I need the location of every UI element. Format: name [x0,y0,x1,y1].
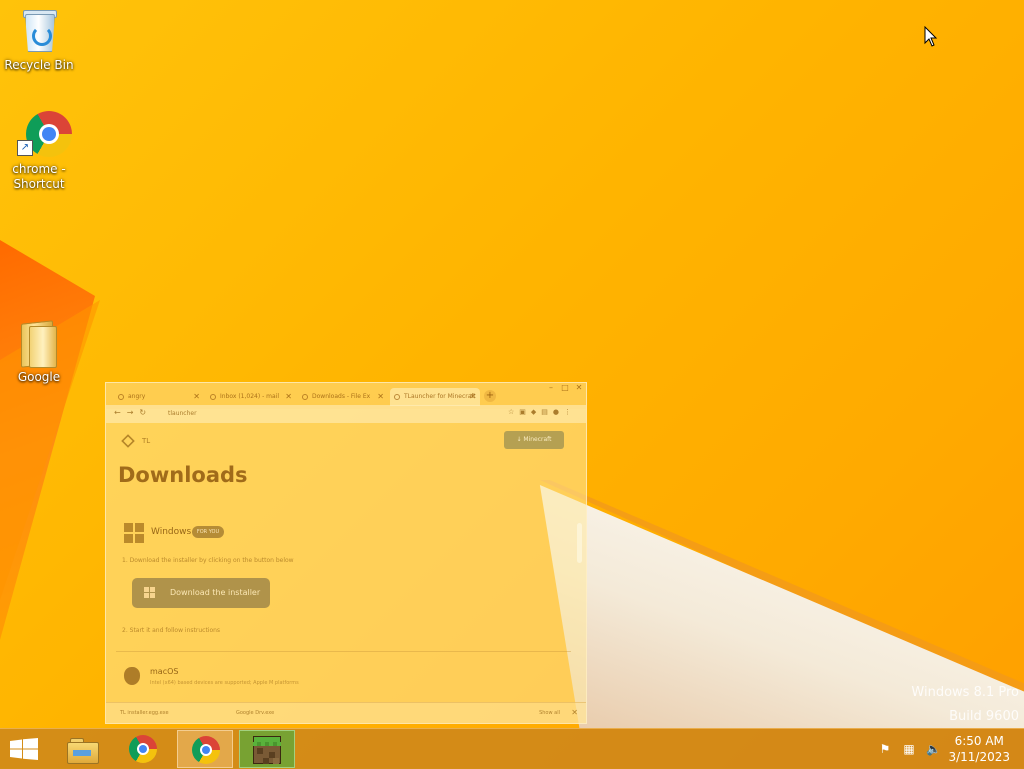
step-2-text: 2. Start it and follow instructions [122,627,221,634]
start-button[interactable] [10,738,38,760]
toolbar-icons[interactable]: ☆▣◆▤●⋮ [508,408,576,416]
window-controls: – □ ✕ [544,383,586,397]
download-item-2[interactable]: Google Drv.exe [236,703,274,723]
tab-2[interactable]: Inbox (1,024) - mail ✕ [206,388,296,406]
tab-label: Inbox (1,024) - mail [220,393,280,400]
file-explorer-icon [67,738,99,764]
show-all-button[interactable]: Show all [539,703,560,723]
divider [116,651,571,652]
clock-time: 6:50 AM [954,734,1004,748]
tab-1[interactable]: angry ✕ [114,388,204,406]
desktop-icon-label: Recycle Bin [4,58,74,72]
windows-label: Windows [151,527,192,537]
windows-logo-icon [144,587,156,599]
download-item-1[interactable]: TL installer.egg.exe [120,703,169,723]
tl-logo-icon[interactable] [121,434,135,448]
action-center-flag-icon[interactable]: ⚑ [878,742,892,756]
network-icon[interactable]: ▦ [902,742,916,756]
tab-4[interactable]: TLauncher for Minecraft ✕ [390,388,480,406]
taskbar: ⚑ ▦ 🔈 6:50 AM 3/11/2023 [0,728,1024,769]
address-bar-row: ←→↻ tlauncher ☆▣◆▤●⋮ [106,405,586,423]
for-you-badge: FOR YOU [192,526,224,538]
taskbar-chrome[interactable] [115,730,171,768]
close-icon[interactable]: ✕ [377,388,384,406]
clock-date: 3/11/2023 [948,750,1010,764]
apple-icon [124,667,140,685]
mouse-cursor-icon [924,26,938,47]
download-button-label: Download the installer [170,588,261,597]
taskbar-minecraft[interactable] [239,730,295,768]
tab-label: Downloads - File Ex [312,393,371,400]
taskbar-chrome-active[interactable] [177,730,233,768]
volume-icon[interactable]: 🔈 [926,742,941,756]
minecraft-button[interactable]: ↓ Minecraft [504,431,564,449]
desktop-icon-label: chrome - Shortcut [12,162,66,191]
tab-label: angry [128,393,146,400]
close-icon[interactable]: ✕ [193,388,200,406]
windows-logo-icon [124,523,144,543]
tab-3[interactable]: Downloads - File Ex ✕ [298,388,388,406]
site-logo-text[interactable]: TL [142,437,150,445]
scrollbar[interactable] [577,523,582,563]
maximize-icon[interactable]: □ [558,383,572,392]
close-icon[interactable]: ✕ [285,388,292,406]
system-tray: ⚑ ▦ 🔈 6:50 AM 3/11/2023 [864,729,1024,769]
browser-window-preview[interactable]: angry ✕ Inbox (1,024) - mail ✕ Downloads -… [105,382,587,724]
chrome-icon: ↗ [15,110,72,158]
desktop-icon-google-folder[interactable]: Google [4,318,74,385]
new-tab-button[interactable]: + [484,390,496,402]
desktop-icon-label: Google [17,370,61,384]
tab-label: TLauncher for Minecraft [404,393,476,400]
close-icon[interactable]: ✕ [469,388,476,406]
download-bar: TL installer.egg.exe Google Drv.exe Show… [106,702,586,723]
step-1-text: 1. Download the installer by clicking on… [122,557,294,564]
macos-label[interactable]: macOS [150,667,178,676]
chrome-icon [192,736,220,764]
nav-buttons[interactable]: ←→↻ [114,408,152,417]
taskbar-file-explorer[interactable] [53,730,109,768]
desktop-icon-chrome-shortcut[interactable]: ↗ chrome - Shortcut [4,110,74,192]
desktop-icon-recycle-bin[interactable]: Recycle Bin [4,6,74,73]
folder-icon [15,318,63,368]
page-heading: Downloads [118,463,248,487]
windows-start-icon [10,738,38,760]
close-icon[interactable]: ✕ [571,703,578,723]
minecraft-grass-block-icon [253,736,281,764]
build-watermark: Build 9600 [949,709,1019,724]
shortcut-arrow-icon: ↗ [17,140,33,156]
url-field[interactable]: tlauncher [168,408,468,419]
close-window-icon[interactable]: ✕ [572,383,586,392]
recycle-bin-icon [15,6,63,54]
download-installer-button[interactable]: Download the installer [132,578,270,608]
clock[interactable]: 6:50 AM 3/11/2023 [948,733,1010,765]
minimize-icon[interactable]: – [544,383,558,392]
windows-edition-watermark: Windows 8.1 Pro [911,685,1019,700]
macos-subtext: Intel (x64) based devices are supported;… [150,680,299,686]
chrome-icon [129,735,157,763]
